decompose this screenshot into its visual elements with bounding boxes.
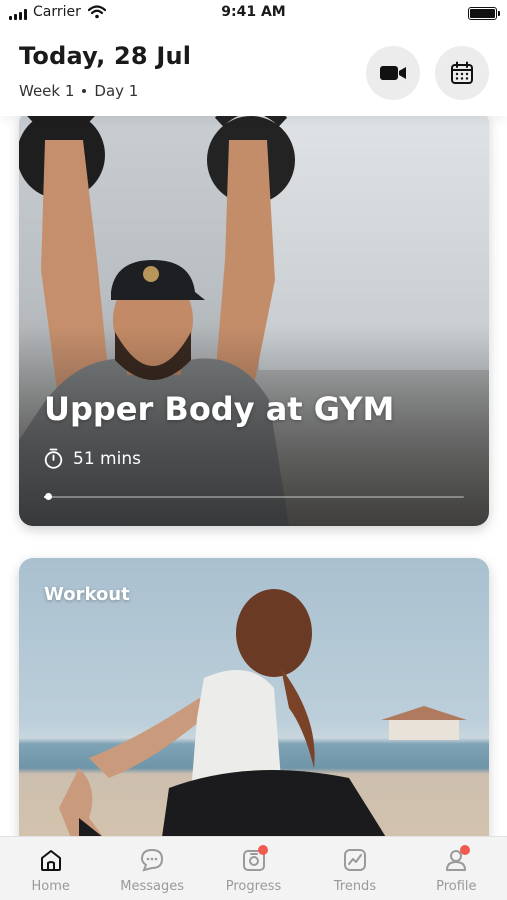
video-camera-icon bbox=[380, 66, 406, 80]
workout-duration: 51 mins bbox=[44, 448, 141, 469]
workout-category-label: Workout bbox=[44, 584, 130, 605]
tab-label: Progress bbox=[225, 879, 282, 894]
video-call-button[interactable] bbox=[366, 46, 420, 100]
tab-messages[interactable]: Messages bbox=[101, 837, 202, 900]
tab-label: Trends bbox=[333, 879, 377, 894]
tab-label: Messages bbox=[120, 879, 184, 894]
profile-icon bbox=[441, 845, 471, 875]
tab-progress[interactable]: Progress bbox=[203, 837, 304, 900]
status-bar: Carrier 9:41 AM bbox=[0, 0, 507, 30]
trends-icon bbox=[340, 845, 370, 875]
progress-icon bbox=[239, 845, 269, 875]
tab-label: Home bbox=[31, 879, 70, 894]
separator-dot bbox=[82, 89, 87, 93]
tab-label: Profile bbox=[436, 879, 477, 894]
tab-home[interactable]: Home bbox=[0, 837, 101, 900]
workout-progress-bar bbox=[44, 493, 464, 500]
stopwatch-icon bbox=[44, 448, 63, 469]
tab-trends[interactable]: Trends bbox=[304, 837, 405, 900]
week-label: Week 1 bbox=[19, 82, 75, 100]
workout-card-upper-body[interactable]: Upper Body at GYM 51 mins bbox=[19, 116, 489, 526]
week-day-subtitle: Week 1 Day 1 bbox=[19, 82, 138, 100]
workout-title: Upper Body at GYM bbox=[44, 390, 395, 428]
notification-badge bbox=[257, 845, 268, 855]
duration-text: 51 mins bbox=[73, 448, 141, 469]
day-label: Day 1 bbox=[94, 82, 139, 100]
tab-profile[interactable]: Profile bbox=[406, 837, 507, 900]
header: Today, 28 Jul Week 1 Day 1 bbox=[0, 30, 507, 116]
calendar-button[interactable] bbox=[435, 46, 489, 100]
workout-feed[interactable]: Upper Body at GYM 51 mins Workout bbox=[0, 116, 507, 836]
home-icon bbox=[36, 845, 66, 875]
page-title: Today, 28 Jul bbox=[19, 42, 192, 70]
calendar-icon bbox=[451, 61, 473, 84]
bottom-tab-bar: Home Messages Progress Trends Profile bbox=[0, 836, 507, 900]
battery-icon bbox=[468, 7, 500, 20]
workout-card-stretch[interactable]: Workout bbox=[19, 558, 489, 836]
messages-icon bbox=[137, 845, 167, 875]
status-time: 9:41 AM bbox=[221, 4, 286, 20]
